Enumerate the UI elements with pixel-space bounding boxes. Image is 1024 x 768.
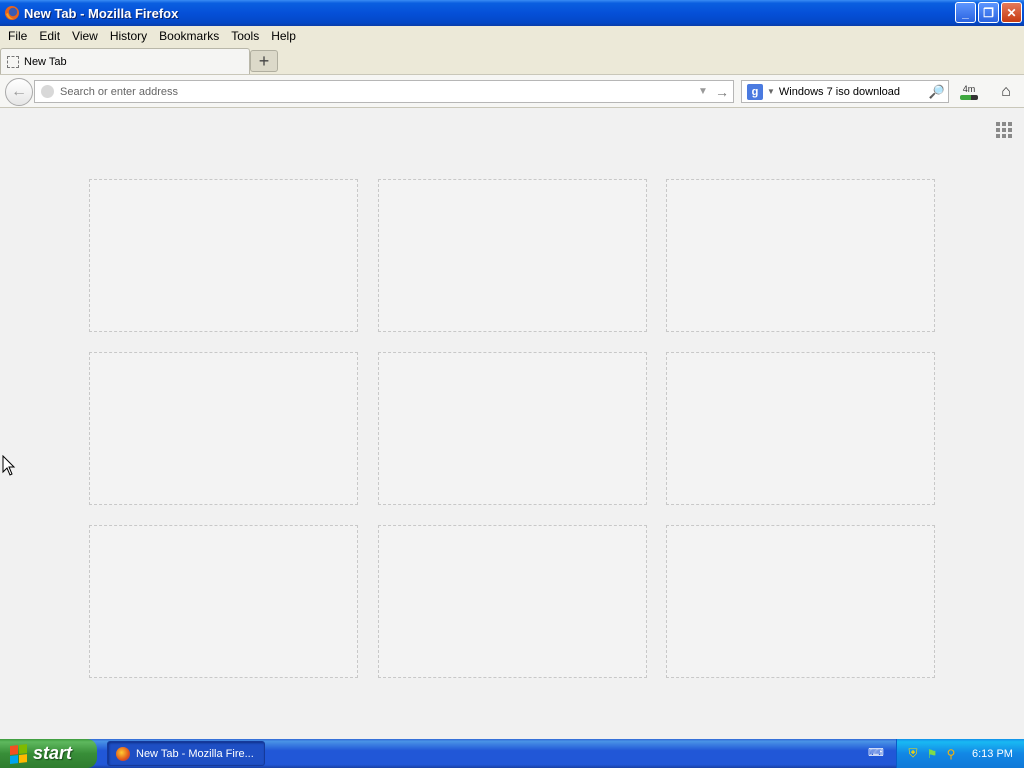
menu-tools[interactable]: Tools	[226, 29, 264, 43]
menu-file[interactable]: File	[3, 29, 32, 43]
globe-icon	[41, 85, 54, 98]
system-tray: ⛨ ⚑ ⚲ 6:13 PM	[896, 739, 1024, 768]
tab-new-tab[interactable]: New Tab	[0, 48, 250, 74]
site-tile-empty[interactable]	[89, 179, 358, 332]
search-input[interactable]	[778, 85, 926, 98]
site-tile-empty[interactable]	[378, 525, 647, 678]
downloads-button[interactable]: 4m	[958, 81, 980, 103]
menu-help[interactable]: Help	[266, 29, 301, 43]
start-label: start	[33, 743, 73, 763]
windows-logo-icon	[10, 743, 28, 764]
back-arrow-icon: ←	[11, 83, 27, 100]
search-engine-icon[interactable]: g	[747, 83, 763, 100]
new-tab-page	[0, 109, 1024, 739]
site-tile-empty[interactable]	[666, 352, 935, 505]
site-tile-empty[interactable]	[378, 352, 647, 505]
task-label: New Tab - Mozilla Fire...	[136, 747, 254, 760]
restore-icon: ❐	[983, 5, 994, 20]
keyboard-icon[interactable]: ⌨	[868, 746, 884, 760]
taskbar-firefox-button[interactable]: New Tab - Mozilla Fire...	[107, 741, 265, 766]
engine-dropdown-icon[interactable]: ▼	[767, 87, 775, 96]
url-dropdown-icon[interactable]: ▼	[695, 86, 711, 97]
grid-toggle-icon[interactable]	[996, 122, 1012, 138]
home-icon: ⌂	[1001, 83, 1011, 100]
window-title-bar[interactable]: New Tab - Mozilla Firefox _ ❐ ✕	[0, 0, 1024, 26]
close-icon: ✕	[1006, 5, 1017, 20]
navigation-toolbar: ← ▼ → g ▼ 🔎 4m ⌂	[0, 74, 1024, 108]
start-button[interactable]: start	[0, 739, 97, 768]
menu-bar: File Edit View History Bookmarks Tools H…	[0, 26, 1024, 46]
site-tile-empty[interactable]	[378, 179, 647, 332]
window-title: New Tab - Mozilla Firefox	[24, 5, 179, 21]
site-tile-empty[interactable]	[89, 525, 358, 678]
search-tray-icon[interactable]: ⚲	[943, 746, 959, 762]
clock: 6:13 PM	[972, 747, 1013, 760]
network-icon[interactable]: ⚑	[924, 746, 940, 762]
blank-page-icon	[7, 55, 19, 68]
menu-edit[interactable]: Edit	[34, 29, 65, 43]
security-shield-icon[interactable]: ⛨	[905, 746, 921, 762]
go-arrow-icon[interactable]: →	[711, 84, 733, 100]
site-tile-empty[interactable]	[666, 179, 935, 332]
site-tile-empty[interactable]	[666, 525, 935, 678]
search-bar[interactable]: g ▼ 🔎	[741, 80, 949, 103]
firefox-icon	[116, 746, 130, 761]
site-tile-empty[interactable]	[89, 352, 358, 505]
menu-view[interactable]: View	[67, 29, 103, 43]
download-progress-icon	[960, 95, 978, 100]
address-bar[interactable]: ▼ →	[34, 80, 734, 103]
minimize-icon: _	[962, 5, 969, 20]
new-tab-button[interactable]: +	[250, 50, 278, 72]
close-button[interactable]: ✕	[1001, 2, 1022, 23]
home-button[interactable]: ⌂	[995, 81, 1017, 103]
menu-history[interactable]: History	[105, 29, 152, 43]
mouse-cursor-icon	[2, 455, 16, 476]
menu-bookmarks[interactable]: Bookmarks	[154, 29, 224, 43]
restore-button[interactable]: ❐	[978, 2, 999, 23]
plus-icon: +	[258, 50, 270, 71]
minimize-button[interactable]: _	[955, 2, 976, 23]
downloads-badge: 4m	[962, 84, 976, 94]
url-input[interactable]	[60, 85, 695, 98]
magnifier-icon[interactable]: 🔎	[926, 84, 948, 100]
tab-strip: New Tab +	[0, 46, 1024, 74]
tab-label: New Tab	[24, 55, 67, 68]
firefox-icon	[5, 6, 19, 20]
back-button[interactable]: ←	[5, 78, 33, 106]
taskbar: start New Tab - Mozilla Fire... ⌨ ⛨ ⚑ ⚲ …	[0, 739, 1024, 768]
